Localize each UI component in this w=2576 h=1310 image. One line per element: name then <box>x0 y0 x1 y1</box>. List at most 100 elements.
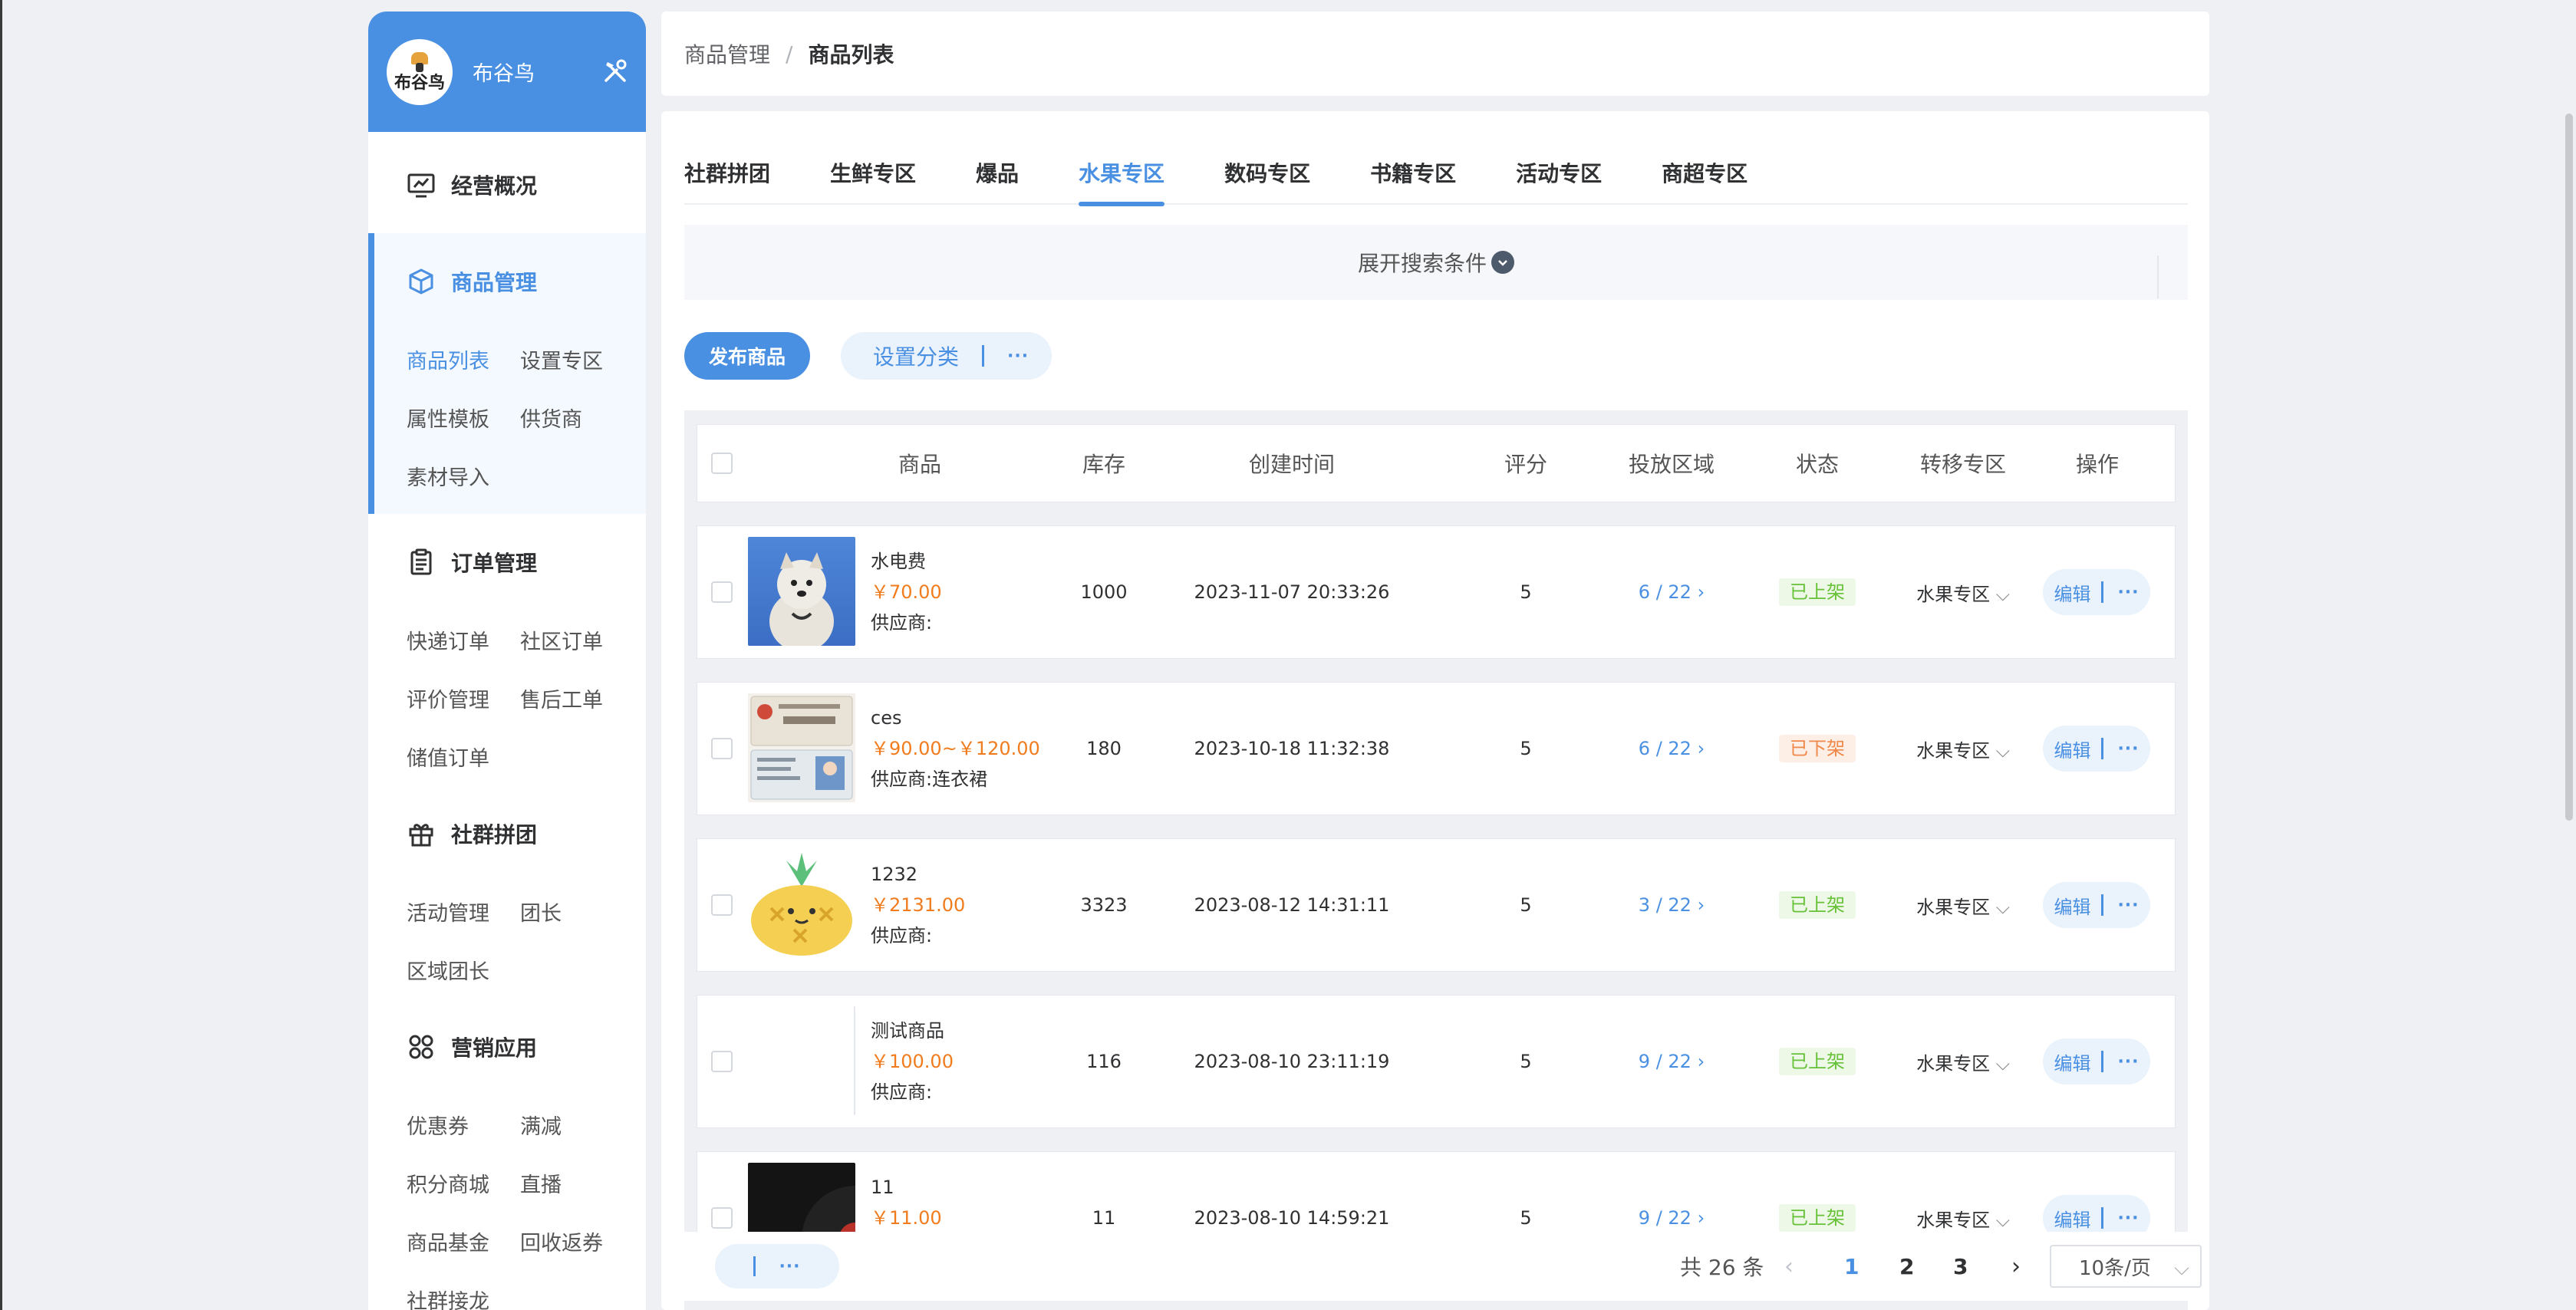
page-2[interactable]: 2 <box>1899 1254 1914 1279</box>
status-badge: 已上架 <box>1779 578 1856 606</box>
nav-community-orders[interactable]: 社区订单 <box>520 611 634 669</box>
status-badge: 已上架 <box>1779 891 1856 919</box>
row-checkbox[interactable] <box>711 581 733 603</box>
tab-supermarket[interactable]: 商超专区 <box>1662 154 1748 205</box>
edit-button[interactable]: 编辑 <box>2054 1205 2090 1232</box>
tab-hot[interactable]: 爆品 <box>976 154 1019 205</box>
page-scrollbar[interactable] <box>2565 114 2573 821</box>
nav-review-manage[interactable]: 评价管理 <box>407 669 520 727</box>
nav-material-import[interactable]: 素材导入 <box>407 446 520 505</box>
product-name[interactable]: 1232 <box>871 859 965 890</box>
page-1[interactable]: 1 <box>1844 1254 1859 1279</box>
row-checkbox[interactable] <box>711 738 733 759</box>
nav-stored-value-orders[interactable]: 储值订单 <box>407 727 520 785</box>
area-link[interactable]: 6 / 22 › <box>1603 581 1741 603</box>
edit-button[interactable]: 编辑 <box>2054 736 2090 762</box>
row-checkbox[interactable] <box>711 1051 733 1072</box>
more-icon[interactable]: ··· <box>2117 896 2139 915</box>
more-icon[interactable]: ··· <box>2117 739 2139 759</box>
apps-icon <box>409 1035 433 1059</box>
tab-group-buy[interactable]: 社群拼团 <box>684 154 770 205</box>
status-cell: 已上架 <box>1771 1048 1863 1075</box>
nav-goods-label: 商品管理 <box>451 270 538 295</box>
tab-fresh[interactable]: 生鲜专区 <box>830 154 916 205</box>
divider <box>2101 1051 2104 1072</box>
publish-button[interactable]: 发布商品 <box>684 332 811 380</box>
nav-marketing[interactable]: 营销应用 <box>368 999 646 1095</box>
nav-region-leader[interactable]: 区域团长 <box>407 940 520 999</box>
more-icon[interactable]: ··· <box>2117 1052 2139 1071</box>
area-link[interactable]: 9 / 22 › <box>1603 1051 1741 1072</box>
nav-attr-template[interactable]: 属性模板 <box>407 388 520 446</box>
move-zone-select[interactable]: 水果专区 ⌵ <box>1894 1205 2032 1232</box>
stock-value: 1000 <box>1080 581 1128 603</box>
nav-groupbuy[interactable]: 社群拼团 <box>368 785 646 882</box>
prev-page-icon[interactable]: ‹ <box>1784 1253 1794 1280</box>
nav-goods-fund[interactable]: 商品基金 <box>407 1212 520 1270</box>
row-checkbox[interactable] <box>711 894 733 916</box>
avatar-logo-text: 布谷鸟 <box>394 73 445 93</box>
nav-set-zone[interactable]: 设置专区 <box>520 330 634 388</box>
tab-activity[interactable]: 活动专区 <box>1516 154 1602 205</box>
tools-icon[interactable] <box>601 58 629 85</box>
nav-activity-manage[interactable]: 活动管理 <box>407 882 520 940</box>
bulk-actions-button[interactable]: ··· <box>715 1244 839 1289</box>
edit-button[interactable]: 编辑 <box>2054 579 2090 606</box>
nav-coupons[interactable]: 优惠券 <box>407 1095 520 1154</box>
nav-goods[interactable]: 商品管理 <box>374 233 646 330</box>
nav-full-reduction[interactable]: 满减 <box>520 1095 634 1154</box>
next-page-icon[interactable]: › <box>2011 1253 2021 1280</box>
edit-button[interactable]: 编辑 <box>2054 1048 2090 1075</box>
more-icon[interactable]: ··· <box>1007 347 1029 366</box>
nav-live[interactable]: 直播 <box>520 1154 634 1212</box>
nav-overview[interactable]: 经营概况 <box>368 137 646 233</box>
product-name[interactable]: 水电费 <box>871 546 942 577</box>
more-icon[interactable]: ··· <box>779 1257 800 1276</box>
edit-button[interactable]: 编辑 <box>2054 892 2090 919</box>
row-checkbox[interactable] <box>711 1207 733 1229</box>
area-link[interactable]: 3 / 22 › <box>1603 894 1741 916</box>
action-bar: 发布商品 设置分类 ··· <box>684 332 1052 380</box>
set-category-button[interactable]: 设置分类 ··· <box>841 332 1052 380</box>
pagination-bar: ··· 共 26 条 ‹ 1 2 3 › 10条/页 ⌵ <box>661 1232 2209 1301</box>
product-info: 1232 ￥2131.00 供应商: <box>871 859 965 951</box>
nav-orders[interactable]: 订单管理 <box>368 514 646 611</box>
product-name[interactable]: 测试商品 <box>871 1015 954 1046</box>
breadcrumb-parent[interactable]: 商品管理 <box>684 38 770 69</box>
created-time: 2023-08-10 23:11:19 <box>1194 1051 1390 1072</box>
product-image[interactable] <box>748 1006 855 1115</box>
product-name[interactable]: ces <box>871 703 1040 733</box>
more-icon[interactable]: ··· <box>2117 583 2139 602</box>
nav-goods-list[interactable]: 商品列表 <box>407 330 520 388</box>
avatar[interactable]: 布谷鸟 <box>387 38 453 105</box>
move-zone-select[interactable]: 水果专区 ⌵ <box>1894 892 2032 919</box>
move-zone-select[interactable]: 水果专区 ⌵ <box>1894 579 2032 606</box>
page-3[interactable]: 3 <box>1953 1254 1968 1279</box>
area-link[interactable]: 6 / 22 › <box>1603 738 1741 759</box>
nav-group-leader[interactable]: 团长 <box>520 882 634 940</box>
status-badge: 已上架 <box>1779 1204 1856 1232</box>
clipboard-icon <box>410 548 432 575</box>
product-name[interactable]: 11 <box>871 1172 942 1203</box>
tab-digital[interactable]: 数码专区 <box>1224 154 1310 205</box>
tab-fruit[interactable]: 水果专区 <box>1079 154 1165 206</box>
product-image[interactable] <box>748 693 855 802</box>
nav-group-relay[interactable]: 社群接龙 <box>407 1270 520 1310</box>
chevron-down-icon: ⌵ <box>1995 739 2010 762</box>
move-zone-select[interactable]: 水果专区 ⌵ <box>1894 736 2032 762</box>
nav-express-orders[interactable]: 快递订单 <box>407 611 520 669</box>
search-toggle[interactable]: 展开搜索条件 <box>684 225 2188 300</box>
nav-supplier[interactable]: 供货商 <box>520 388 634 446</box>
page-size-select[interactable]: 10条/页 ⌵ <box>2050 1245 2202 1288</box>
select-all-checkbox[interactable] <box>711 453 733 474</box>
tab-books[interactable]: 书籍专区 <box>1370 154 1456 205</box>
move-zone-value: 水果专区 <box>1916 583 1991 605</box>
product-image[interactable] <box>748 537 855 646</box>
area-link[interactable]: 9 / 22 › <box>1603 1207 1741 1229</box>
nav-points-mall[interactable]: 积分商城 <box>407 1154 520 1212</box>
more-icon[interactable]: ··· <box>2117 1209 2139 1228</box>
nav-aftersale[interactable]: 售后工单 <box>520 669 634 727</box>
product-image[interactable] <box>748 850 855 959</box>
move-zone-select[interactable]: 水果专区 ⌵ <box>1894 1048 2032 1075</box>
nav-recycle-coupon[interactable]: 回收返券 <box>520 1212 634 1270</box>
